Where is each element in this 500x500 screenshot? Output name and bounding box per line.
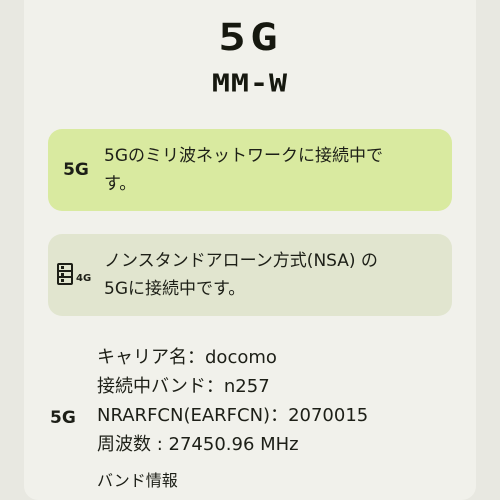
nsa-status-card: 4G ノンスタンドアローン方式(NSA) の 5Gに接続中です。	[48, 234, 452, 316]
5g-details-icon: 5G	[50, 408, 76, 428]
carrier-name: キャリア名：docomo	[97, 347, 277, 368]
5g-icon: 5G	[63, 160, 89, 180]
nsa-status-line1: ノンスタンドアローン方式(NSA) の	[104, 251, 378, 271]
mmwave-status-line1: 5Gのミリ波ネットワークに接続中で	[104, 146, 383, 166]
connected-band: 接続中バンド：n257	[97, 376, 270, 397]
nsa-status-text: ノンスタンドアローン方式(NSA) の 5Gに接続中です。	[104, 247, 390, 303]
network-type-subtitle: MM-W	[211, 69, 289, 98]
network-status-screen: 5G MM-W 5G 5Gのミリ波ネットワークに接続中で す。 4G ノンスタン…	[24, 0, 476, 500]
page-title: 5G	[218, 14, 282, 60]
4g-signal-icon-graphic: 4G	[57, 263, 91, 285]
mmwave-status-card: 5G 5Gのミリ波ネットワークに接続中で す。	[48, 129, 452, 211]
nsa-status-line2: 5Gに接続中です。	[104, 279, 246, 299]
mmwave-status-text: 5Gのミリ波ネットワークに接続中で す。	[104, 142, 395, 198]
4g-label: 4G	[76, 273, 91, 284]
frequency-value: 周波数 : 27450.96 MHz	[97, 434, 299, 455]
mmwave-status-line2: す。	[104, 174, 137, 194]
connection-details: キャリア名：docomo 接続中バンド：n257 NRARFCN(EARFCN)…	[97, 343, 368, 459]
nrarfcn-value: NRARFCN(EARFCN)：2070015	[97, 405, 369, 426]
4g-signal-icon: 4G	[48, 260, 104, 290]
band-info-link[interactable]: バンド情報	[97, 467, 178, 491]
